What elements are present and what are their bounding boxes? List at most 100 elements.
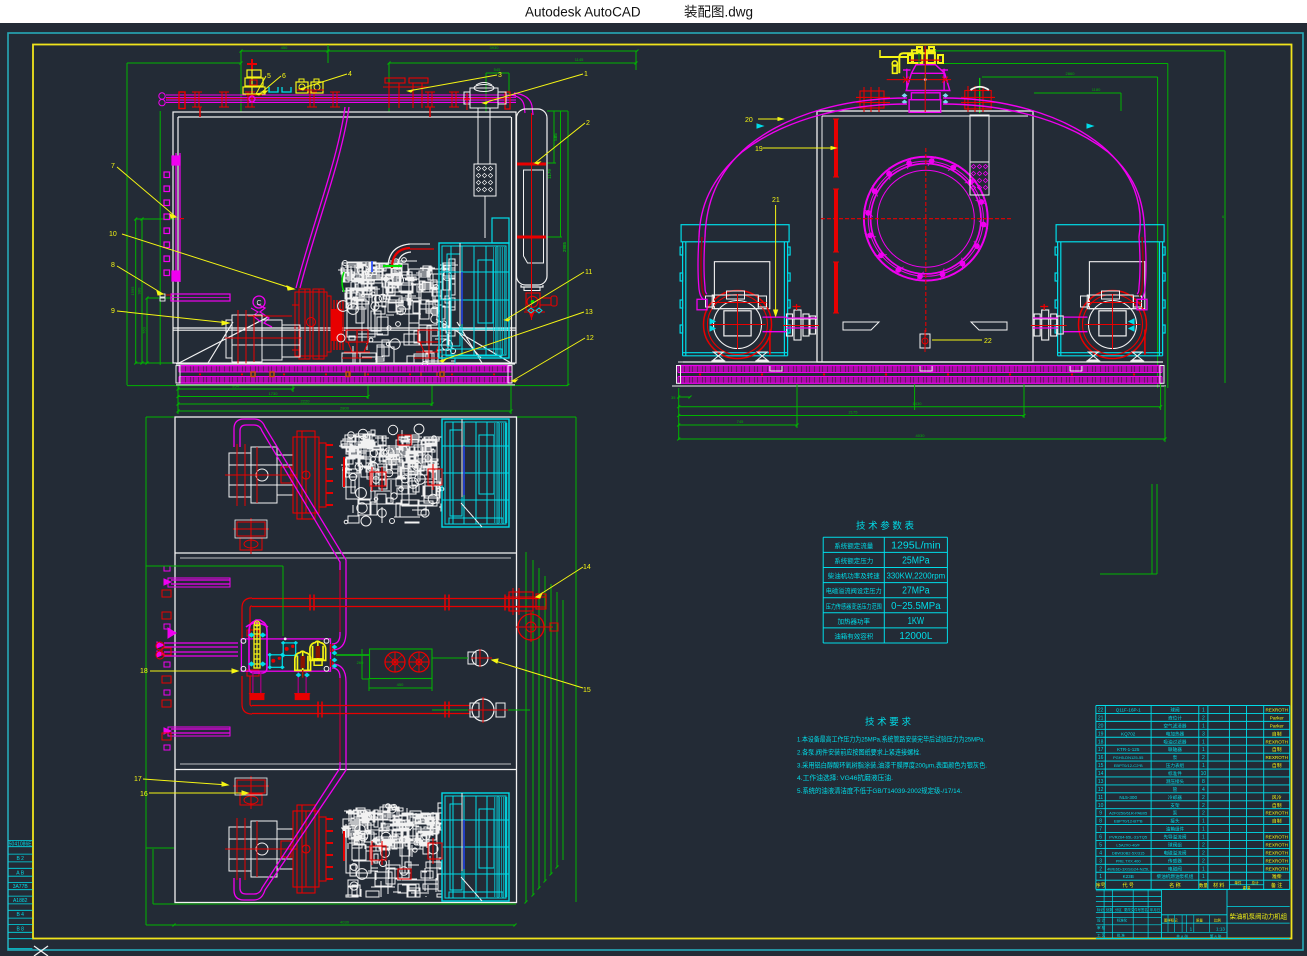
svg-text:2860: 2860 — [1066, 71, 1076, 76]
svg-text:Q11F-16P-1: Q11F-16P-1 — [1116, 708, 1141, 713]
svg-text:1:13: 1:13 — [1216, 927, 1225, 932]
svg-text:REXROTH: REXROTH — [1265, 739, 1287, 744]
svg-text:4: 4 — [1202, 787, 1205, 793]
svg-text:14: 14 — [583, 564, 591, 571]
svg-text:760: 760 — [142, 326, 147, 333]
svg-text:单件: 单件 — [1234, 880, 1242, 885]
svg-text:EBPT0/12-C2*B: EBPT0/12-C2*B — [1114, 763, 1143, 768]
svg-text:技 术 参 数 表: 技 术 参 数 表 — [856, 520, 915, 532]
svg-text:泵: 泵 — [1173, 811, 1178, 816]
svg-text:压力表组: 压力表组 — [1166, 762, 1185, 769]
svg-text:1.本设备最高工作压力为25MPa,系统管路安装完毕后试验压: 1.本设备最高工作压力为25MPa,系统管路安装完毕后试验压力为25MPa. — [797, 735, 985, 744]
svg-text:10: 10 — [109, 231, 117, 238]
svg-text:备 注: 备 注 — [1271, 882, 1282, 889]
svg-text:Autodesk AutoCAD: Autodesk AutoCAD — [525, 5, 641, 20]
svg-text:2220: 2220 — [301, 399, 311, 404]
svg-text:重 量: 重 量 — [1242, 885, 1251, 890]
svg-text:自制: 自制 — [1272, 802, 1282, 809]
svg-text:4: 4 — [348, 71, 352, 78]
svg-text:压力传感器变送压力范围: 压力传感器变送压力范围 — [826, 601, 882, 610]
svg-text:REXROTH: REXROTH — [1265, 842, 1287, 847]
svg-text:1180: 1180 — [1092, 87, 1101, 92]
svg-text:1430: 1430 — [913, 401, 923, 406]
svg-text:21: 21 — [1098, 715, 1104, 721]
svg-text:6: 6 — [282, 73, 286, 80]
svg-text:B 4: B 4 — [16, 912, 24, 918]
svg-text:系统额定压力: 系统额定压力 — [834, 556, 873, 565]
svg-text:1: 1 — [1202, 874, 1205, 880]
svg-text:35: 35 — [671, 395, 676, 400]
svg-text:260: 260 — [357, 660, 364, 665]
svg-text:REXROTH: REXROTH — [1265, 835, 1287, 840]
svg-text:代 号: 代 号 — [1123, 882, 1134, 889]
svg-text:1: 1 — [1202, 739, 1205, 745]
svg-text:第 8 张: 第 8 张 — [1210, 934, 1222, 939]
svg-text:处数: 处数 — [1106, 907, 1113, 912]
svg-text:K23B: K23B — [1123, 874, 1134, 879]
svg-text:2: 2 — [1202, 795, 1205, 801]
svg-text:585: 585 — [553, 133, 558, 141]
svg-text:REXROTH: REXROTH — [1265, 858, 1287, 863]
svg-text:3: 3 — [498, 72, 502, 79]
svg-text:比例: 比例 — [1214, 917, 1221, 922]
svg-text:REXROTH: REXROTH — [1265, 755, 1287, 760]
svg-text:REXROTH: REXROTH — [1265, 866, 1287, 871]
svg-text:1: 1 — [1202, 835, 1205, 841]
svg-text:泵: 泵 — [1173, 755, 1178, 760]
svg-text:签名: 签名 — [1141, 907, 1148, 912]
svg-text:1: 1 — [584, 71, 588, 78]
svg-text:2800: 2800 — [340, 406, 350, 411]
svg-text:9: 9 — [111, 308, 115, 315]
svg-text:柴油机功率及转速: 柴油机功率及转速 — [828, 571, 881, 580]
svg-text:1: 1 — [1202, 827, 1205, 833]
svg-text:标准化: 标准化 — [1117, 918, 1128, 923]
svg-text:1: 1 — [1099, 874, 1102, 880]
svg-text:自制: 自制 — [1272, 818, 1282, 825]
svg-text:审 核: 审 核 — [1097, 925, 1106, 930]
svg-text:3930: 3930 — [490, 45, 500, 50]
svg-text:共 8 张: 共 8 张 — [1176, 934, 1188, 939]
svg-text:0~25.5MPa: 0~25.5MPa — [891, 601, 941, 612]
svg-text:球阀: 球阀 — [1170, 707, 1180, 714]
svg-text:2.各泵,阀件安装前应按图纸要求上紧连接螺栓.: 2.各泵,阀件安装前应按图纸要求上紧连接螺栓. — [797, 747, 921, 756]
svg-text:1: 1 — [1202, 747, 1205, 753]
svg-text:11: 11 — [1098, 795, 1103, 801]
svg-text:15: 15 — [583, 687, 591, 694]
svg-text:17: 17 — [1098, 747, 1104, 753]
svg-text:加热器功率: 加热器功率 — [838, 616, 871, 625]
svg-text:5: 5 — [267, 73, 271, 80]
svg-text:风冷: 风冷 — [1272, 794, 1282, 801]
svg-text:2: 2 — [586, 120, 590, 127]
svg-text:1: 1 — [1202, 763, 1205, 769]
svg-text:8: 8 — [1202, 779, 1205, 785]
svg-text:4.工作油选择: VG46抗磨液压油.: 4.工作油选择: VG46抗磨液压油. — [797, 773, 893, 782]
svg-text:1295L/min: 1295L/min — [891, 540, 941, 551]
svg-text:2: 2 — [1202, 803, 1205, 809]
svg-text:数量: 数量 — [1199, 882, 1208, 889]
svg-text:柴油机泵阀动力机组: 柴油机泵阀动力机组 — [1230, 912, 1288, 921]
svg-text:标记: 标记 — [1097, 907, 1104, 912]
svg-text:B 2: B 2 — [16, 856, 24, 862]
svg-text:3.采用铝白醇酸环氧树脂涂装,油漆干膜厚度200μm,表面颜: 3.采用铝白醇酸环氧树脂涂装,油漆干膜厚度200μm,表面颜色为银灰色. — [797, 760, 987, 769]
svg-text:电加热器: 电加热器 — [1166, 730, 1185, 737]
svg-text:9: 9 — [1099, 811, 1102, 817]
svg-text:14: 14 — [1098, 771, 1104, 777]
svg-text:4030: 4030 — [916, 433, 926, 438]
svg-text:745: 745 — [737, 419, 744, 424]
svg-text:图样标记: 图样标记 — [1164, 917, 1178, 922]
svg-text:电磁溢流阀设定压力: 电磁溢流阀设定压力 — [826, 586, 882, 595]
svg-text:1KW: 1KW — [908, 616, 925, 627]
svg-text:材 料: 材 料 — [1213, 882, 1224, 889]
svg-text:6: 6 — [1099, 835, 1102, 841]
svg-text:液位计: 液位计 — [1168, 714, 1182, 721]
svg-text:B 8: B 8 — [16, 926, 24, 932]
svg-text:系统额定流量: 系统额定流量 — [834, 541, 874, 550]
svg-text:KTR-1-125: KTR-1-125 — [1117, 747, 1140, 752]
svg-text:8: 8 — [1099, 819, 1102, 825]
svg-text:330KW,2200rpm: 330KW,2200rpm — [887, 572, 946, 581]
svg-text:3: 3 — [1099, 858, 1102, 864]
svg-text:技 术 要 求: 技 术 要 求 — [865, 716, 911, 728]
svg-text:冷却器: 冷却器 — [1168, 794, 1182, 801]
svg-text:质量: 质量 — [1196, 917, 1203, 922]
svg-text:L5A2X0-40/F: L5A2X0-40/F — [1116, 842, 1140, 847]
